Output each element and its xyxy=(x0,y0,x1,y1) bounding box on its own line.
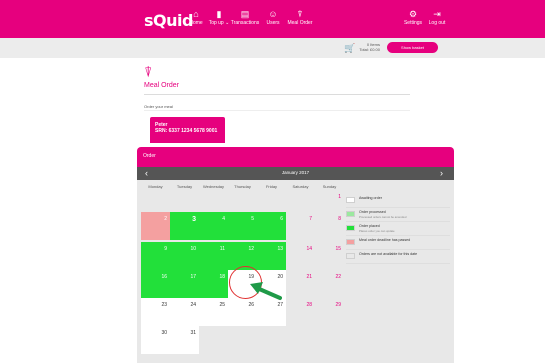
legend-swatch xyxy=(346,253,355,259)
calendar-day[interactable]: 4 xyxy=(199,212,228,240)
intro-text: Order your meal xyxy=(144,104,173,109)
calendar-day[interactable]: 23 xyxy=(141,298,170,326)
calendar-legend: Awaiting order Order processed Processed o… xyxy=(346,194,450,264)
legend-text: Order processed Processed orders cannot b… xyxy=(359,210,406,219)
basket-total: Total: £0.00 xyxy=(359,47,380,52)
calendar-day[interactable]: 6 xyxy=(257,212,286,240)
legend-swatch xyxy=(346,239,355,245)
legend-swatch xyxy=(346,197,355,203)
child-tab[interactable]: Peter SRN: 6337 1234 5678 9001 xyxy=(150,117,225,143)
legend-item: Awaiting order xyxy=(346,194,450,208)
nav-item-label: Meal Order xyxy=(287,20,313,26)
legend-label: Order placed xyxy=(359,224,380,228)
legend-label: Orders are not available for this date xyxy=(359,252,418,256)
calendar-day: 14 xyxy=(286,242,315,270)
nav-settings[interactable]: ⚙ Settings xyxy=(400,9,426,26)
basket-bar: 🛒 0 Items Total: £0.00 Show basket xyxy=(0,38,545,58)
meal-order-icon: ⍒ xyxy=(144,64,153,80)
calendar-day: 1 xyxy=(315,190,344,212)
legend-sublabel: Places order you can update xyxy=(359,228,395,233)
weekday-header: Monday xyxy=(148,184,163,189)
calendar-day[interactable]: 16 xyxy=(141,270,170,298)
calendar-day[interactable]: 25 xyxy=(199,298,228,326)
calendar-day: 8 xyxy=(315,212,344,240)
calendar-day: 21 xyxy=(286,270,315,298)
calendar-day[interactable]: 5 xyxy=(228,212,257,240)
child-srn: SRN: 6337 1234 5678 9001 xyxy=(155,128,218,134)
weekday-header: Friday xyxy=(265,184,278,189)
weekday-header: Tuesday xyxy=(176,184,193,189)
nav-log-out[interactable]: ⇥ Log out xyxy=(424,9,450,26)
calendar-day: 29 xyxy=(315,298,344,326)
weekday-header: Saturday xyxy=(292,184,309,189)
legend-text: Meal order deadline has passed xyxy=(359,238,410,243)
top-nav: sQuid ⌂ Home ▮ Top up ⌄ ▤ Transactions ☺ Users ⍒… xyxy=(0,0,545,38)
legend-item: Order placed Places order you can update xyxy=(346,222,450,236)
calendar-day[interactable]: 24 xyxy=(170,298,199,326)
legend-label: Order processed xyxy=(359,210,386,214)
nav-item-meal-order[interactable]: ⍒ Meal Order xyxy=(282,9,318,26)
show-basket-button[interactable]: Show basket xyxy=(387,42,438,53)
legend-label: Meal order deadline has passed xyxy=(359,238,411,242)
legend-swatch xyxy=(346,211,355,217)
nav-item-label: Users xyxy=(266,20,280,26)
calendar-day: 15 xyxy=(315,242,344,270)
divider xyxy=(144,110,410,111)
pointer-arrow-icon xyxy=(250,282,282,300)
calendar-month: January 2017 xyxy=(281,170,310,175)
divider xyxy=(144,94,410,95)
nav-right-label: Log out xyxy=(428,20,446,26)
logout-icon: ⇥ xyxy=(433,9,441,19)
order-panel-header: Order xyxy=(137,147,454,167)
calendar-day xyxy=(286,190,315,212)
calendar-day[interactable]: 30 xyxy=(141,326,170,354)
calendar-day[interactable]: 3 xyxy=(170,212,199,240)
weekday-header: Sunday xyxy=(322,184,337,189)
calendar-day: 22 xyxy=(315,270,344,298)
weekday-header: Wednesday xyxy=(202,184,225,189)
legend-text: Awaiting order xyxy=(359,196,382,201)
calendar-day[interactable]: 10 xyxy=(170,242,199,270)
legend-sublabel: Processed orders cannot be amended xyxy=(359,214,407,219)
calendar-nav: ‹ January 2017 › xyxy=(137,167,454,180)
legend-text: Orders are not available for this date xyxy=(359,252,417,257)
meal-icon: ⍒ xyxy=(297,9,303,19)
legend-label: Awaiting order xyxy=(359,196,382,200)
legend-swatch xyxy=(346,225,355,231)
legend-text: Order placed Places order you can update xyxy=(359,224,395,233)
order-title: Order xyxy=(143,153,156,159)
calendar-day: 28 xyxy=(286,298,315,326)
legend-item: Orders are not available for this date xyxy=(346,250,450,264)
gear-icon: ⚙ xyxy=(408,9,418,19)
nav-right-label: Settings xyxy=(403,20,423,26)
weekday-header: Thursday xyxy=(234,184,251,189)
basket-icon: 🛒 xyxy=(344,43,356,53)
calendar-day[interactable]: 2 xyxy=(141,212,170,240)
calendar-day[interactable]: 13 xyxy=(257,242,286,270)
next-month-icon[interactable]: › xyxy=(440,168,443,178)
calendar-day[interactable]: 17 xyxy=(170,270,199,298)
legend-item: Meal order deadline has passed xyxy=(346,236,450,250)
calendar-day[interactable]: 31 xyxy=(170,326,199,354)
calendar-day[interactable]: 18 xyxy=(199,270,228,298)
calendar-day[interactable]: 27 xyxy=(257,298,286,326)
calendar-day[interactable]: 26 xyxy=(228,298,257,326)
basket-summary: 0 Items Total: £0.00 xyxy=(356,42,380,52)
calendar-day[interactable]: 11 xyxy=(199,242,228,270)
page-title: Meal Order xyxy=(144,82,180,89)
calendar-day[interactable]: 9 xyxy=(141,242,170,270)
legend-item: Order processed Processed orders cannot b… xyxy=(346,208,450,222)
calendar-day: 7 xyxy=(286,212,315,240)
